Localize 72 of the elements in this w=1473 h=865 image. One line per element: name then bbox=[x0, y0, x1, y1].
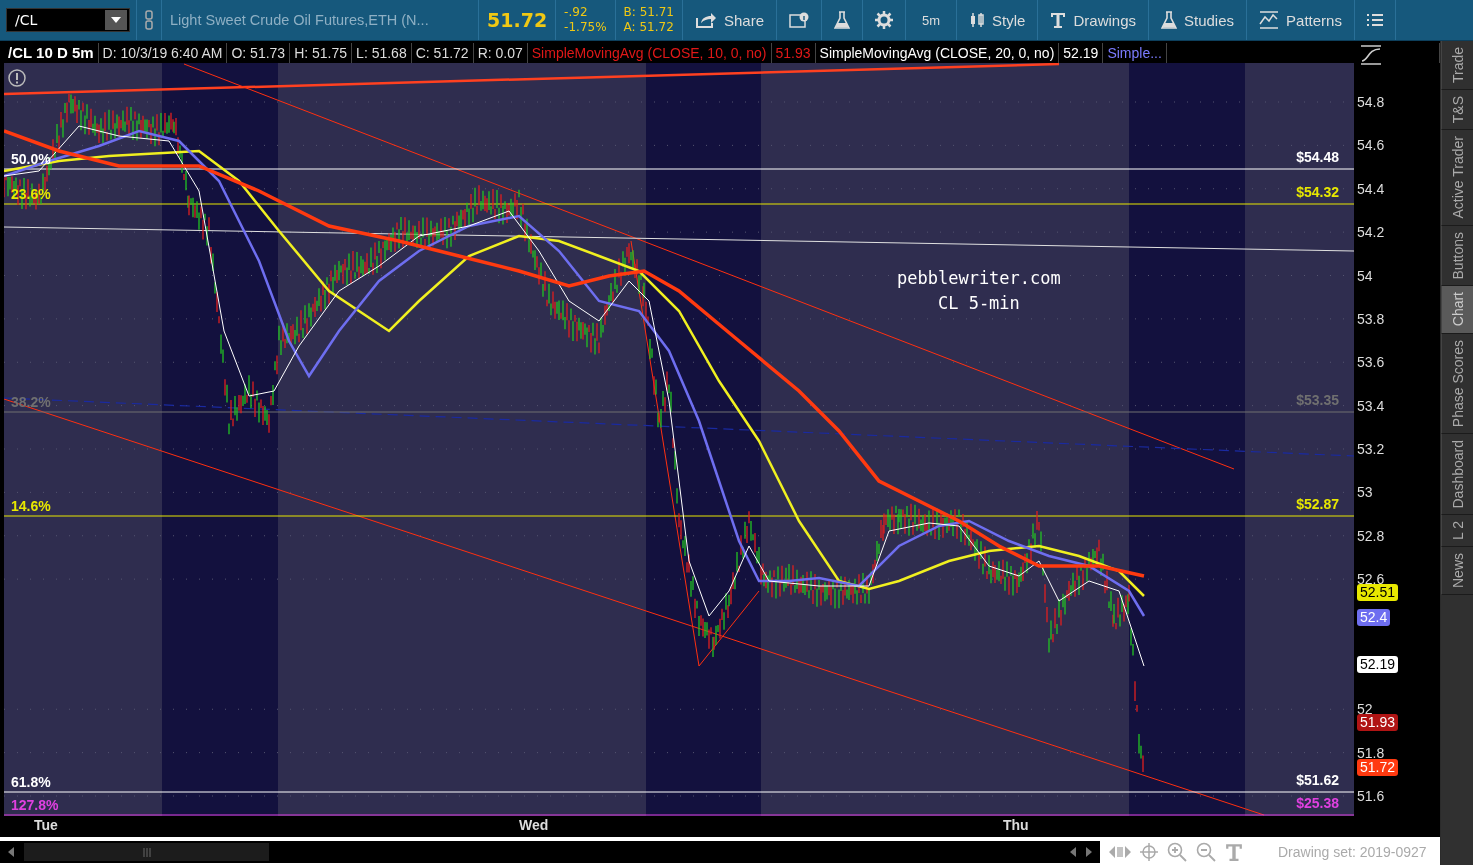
side-tab[interactable]: L 2 bbox=[1441, 515, 1473, 548]
ask-price: A: 51.72 bbox=[623, 20, 674, 35]
menu-icon bbox=[1366, 13, 1383, 27]
price-tag: 52.4 bbox=[1357, 609, 1391, 626]
symbol-field[interactable]: /CL bbox=[6, 8, 130, 32]
scroll-thumb[interactable] bbox=[24, 843, 269, 862]
instrument-description: Light Sweet Crude Oil Futures,ETH (N... bbox=[170, 12, 429, 28]
fibonacci-label: 14.6% bbox=[11, 497, 51, 515]
price-tag: 52.51 bbox=[1357, 584, 1399, 601]
price-tag: 52.19 bbox=[1357, 656, 1399, 673]
patterns-button[interactable]: Patterns bbox=[1247, 0, 1355, 40]
side-tab[interactable]: Active Trader bbox=[1441, 130, 1473, 226]
timeframe-button[interactable]: 5m bbox=[906, 0, 958, 40]
net-change: -.92 bbox=[564, 5, 588, 20]
chart-annotation: pebblewriter.com CL 5-min bbox=[897, 267, 1061, 315]
settings-icon bbox=[875, 11, 894, 29]
fibonacci-price: $54.48 bbox=[1296, 148, 1339, 166]
side-tab[interactable]: News bbox=[1441, 547, 1473, 596]
fibonacci-price: $25.38 bbox=[1296, 794, 1339, 812]
price-tick: 53.2 bbox=[1357, 440, 1385, 458]
last-price: 51.72 bbox=[487, 9, 548, 31]
price-tick: 54.8 bbox=[1357, 93, 1385, 111]
fibonacci-label: 50.0% bbox=[11, 150, 51, 168]
price-tick: 54.2 bbox=[1357, 223, 1385, 242]
price-tick: 53.6 bbox=[1357, 353, 1385, 372]
fibonacci-price: $53.35 bbox=[1296, 391, 1339, 409]
share-icon bbox=[695, 12, 717, 28]
price-tag: 51.93 bbox=[1357, 714, 1399, 731]
text-icon bbox=[1050, 12, 1067, 28]
date-label: Thu bbox=[1003, 817, 1029, 833]
price-tick: 54.4 bbox=[1357, 179, 1385, 198]
side-tab[interactable]: Dashboard bbox=[1441, 433, 1473, 516]
flask-icon bbox=[834, 11, 851, 29]
scroll-left-icon[interactable] bbox=[1070, 847, 1076, 858]
fibonacci-price: $51.62 bbox=[1296, 771, 1339, 789]
price-tick: 52.8 bbox=[1357, 526, 1385, 545]
scrollbar[interactable] bbox=[0, 841, 1100, 864]
bid-price: B: 51.71 bbox=[623, 5, 674, 20]
price-tick: 51.6 bbox=[1357, 787, 1385, 805]
curve-icon[interactable] bbox=[1360, 45, 1382, 65]
link-icon[interactable] bbox=[145, 10, 153, 30]
price-tick: 53.4 bbox=[1357, 396, 1385, 415]
fibonacci-label: 61.8% bbox=[11, 773, 51, 791]
side-tab[interactable]: T&S bbox=[1441, 90, 1473, 131]
studies-button[interactable]: Studies bbox=[1149, 0, 1248, 40]
side-tab[interactable]: Chart bbox=[1441, 286, 1473, 334]
side-tab[interactable]: Phase Scores bbox=[1441, 333, 1473, 434]
scroll-left-icon[interactable] bbox=[8, 847, 14, 858]
style-button[interactable]: Style bbox=[957, 0, 1039, 40]
date-label: Tue bbox=[34, 817, 58, 833]
fibonacci-label: 127.8% bbox=[11, 796, 59, 814]
fibonacci-price: $54.32 bbox=[1296, 183, 1339, 201]
drawings-button[interactable]: Drawings bbox=[1038, 0, 1149, 40]
date-label: Wed bbox=[519, 817, 549, 833]
price-tick: 53.8 bbox=[1357, 309, 1385, 328]
dropdown-icon[interactable] bbox=[105, 10, 127, 30]
share-button[interactable]: Share bbox=[683, 0, 778, 40]
alert-icon[interactable] bbox=[8, 69, 26, 87]
percent-change: -1.75% bbox=[564, 20, 607, 35]
price-tick: 51.8 bbox=[1357, 743, 1385, 762]
pattern-icon bbox=[1259, 11, 1280, 29]
price-tick: 53 bbox=[1357, 483, 1373, 502]
info-icon bbox=[789, 12, 810, 28]
price-tag: 51.72 bbox=[1357, 759, 1399, 776]
flask-icon bbox=[1161, 11, 1177, 29]
side-tab[interactable]: Trade bbox=[1441, 41, 1473, 91]
price-tick: 54 bbox=[1357, 266, 1373, 285]
scroll-right-icon[interactable] bbox=[1086, 847, 1092, 858]
candlestick-icon bbox=[969, 12, 986, 28]
price-tick: 54.6 bbox=[1357, 136, 1385, 155]
side-tab[interactable]: Buttons bbox=[1441, 225, 1473, 287]
fibonacci-price: $52.87 bbox=[1296, 495, 1339, 513]
